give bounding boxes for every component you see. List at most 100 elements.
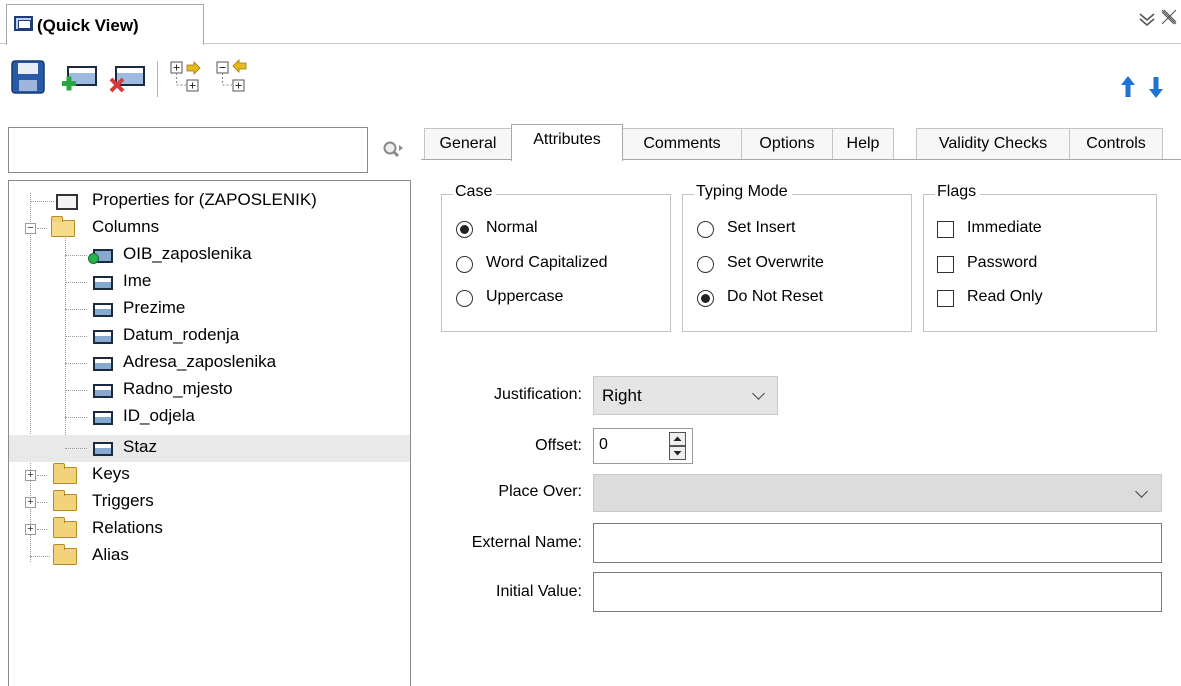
tree-item-keys[interactable]: + Keys (9, 462, 410, 489)
tab-options[interactable]: Options (741, 128, 833, 160)
tree-connector (37, 502, 47, 503)
read-only-label: Read Only (967, 288, 1043, 305)
tree-item-label: Properties for (ZAPOSLENIK) (92, 190, 317, 209)
typing-set-insert-radio[interactable] (697, 221, 714, 238)
typing-set-overwrite-radio[interactable] (697, 256, 714, 273)
window-tab[interactable]: (Quick View) (6, 4, 204, 45)
folder-icon (53, 544, 77, 565)
tree-item-alias[interactable]: Alias (9, 543, 410, 570)
case-word-capitalized-radio[interactable] (456, 256, 473, 273)
close-icon[interactable] (1160, 8, 1178, 32)
case-normal-label: Normal (486, 219, 538, 236)
chevron-collapse-icon[interactable] (1138, 10, 1156, 33)
search-icon[interactable] (382, 140, 404, 160)
save-icon[interactable] (10, 59, 48, 97)
tree-connector (30, 556, 50, 557)
toolbar (0, 45, 1181, 113)
tree-item-label: Alias (92, 545, 129, 564)
tab-general[interactable]: General (424, 128, 512, 160)
tree-item-column[interactable]: Prezime (9, 296, 410, 323)
column-icon (93, 276, 113, 290)
tree-item-column[interactable]: OIB_zaposlenika (9, 242, 410, 269)
tree-item-columns[interactable]: − Columns (9, 215, 410, 242)
tree-connector (65, 448, 87, 449)
collapse-toggle-icon[interactable]: − (25, 223, 36, 234)
immediate-label: Immediate (967, 219, 1042, 236)
tree-item-relations[interactable]: + Relations (9, 516, 410, 543)
tree-connector (65, 336, 87, 337)
window-icon (14, 16, 33, 31)
tree-item-column[interactable]: Radno_mjesto (9, 377, 410, 404)
tree-item-label: ID_odjela (123, 406, 195, 425)
collapse-tree-icon[interactable] (214, 59, 252, 97)
column-icon (93, 357, 113, 371)
tree-item-column[interactable]: ID_odjela (9, 404, 410, 431)
folder-open-icon (51, 216, 75, 237)
tree-item-label: Radno_mjesto (123, 379, 233, 398)
case-uppercase-label: Uppercase (486, 288, 564, 305)
expand-tree-icon[interactable] (168, 59, 206, 97)
tree-connector (37, 529, 47, 530)
expand-toggle-icon[interactable]: + (25, 470, 36, 481)
offset-stepper[interactable]: 0 (593, 428, 693, 464)
read-only-checkbox[interactable] (937, 290, 954, 307)
typing-set-insert-label: Set Insert (727, 219, 796, 236)
tree-item-column[interactable]: Datum_rodenja (9, 323, 410, 350)
case-legend: Case (453, 183, 497, 201)
move-down-icon[interactable] (1148, 75, 1164, 99)
tree-item-label: Columns (92, 217, 160, 236)
chevron-down-icon (752, 387, 765, 400)
case-word-capitalized-label: Word Capitalized (486, 254, 608, 271)
tree-item-properties[interactable]: Properties for (ZAPOSLENIK) (9, 188, 410, 215)
external-name-field[interactable] (593, 523, 1162, 563)
delete-icon[interactable] (108, 61, 146, 99)
expand-toggle-icon[interactable]: + (25, 524, 36, 535)
folder-icon (53, 463, 77, 484)
tab-controls[interactable]: Controls (1069, 128, 1163, 160)
tree-item-column[interactable]: Ime (9, 269, 410, 296)
offset-label: Offset: (535, 437, 582, 454)
offset-value: 0 (599, 436, 608, 453)
tree-item-label: Relations (92, 518, 163, 537)
tree-connector (37, 475, 47, 476)
initial-value-field[interactable] (593, 572, 1162, 612)
initial-value-label: Initial Value: (496, 583, 582, 600)
tab-bar: General Attributes Comments Options Help… (420, 124, 1181, 161)
flags-group: Flags (923, 183, 1157, 332)
external-name-label: External Name: (471, 534, 582, 551)
column-icon (93, 303, 113, 317)
folder-icon (53, 490, 77, 511)
tree-connector (65, 363, 87, 364)
expand-toggle-icon[interactable]: + (25, 497, 36, 508)
tab-help[interactable]: Help (832, 128, 894, 160)
column-icon (93, 330, 113, 344)
tree-item-triggers[interactable]: + Triggers (9, 489, 410, 516)
password-checkbox[interactable] (937, 256, 954, 273)
place-over-select[interactable] (593, 474, 1162, 512)
tab-comments[interactable]: Comments (622, 128, 742, 160)
case-normal-radio[interactable] (456, 221, 473, 238)
justification-select[interactable]: Right (593, 376, 778, 415)
password-label: Password (967, 254, 1038, 271)
search-input[interactable] (8, 127, 368, 173)
tree-connector (65, 255, 87, 256)
immediate-checkbox[interactable] (937, 221, 954, 238)
tree-item-label: OIB_zaposlenika (123, 244, 252, 263)
title-bar: (Quick View) (0, 0, 1181, 45)
tree-item-column-selected[interactable]: Staz (9, 435, 410, 462)
typing-do-not-reset-label: Do Not Reset (727, 288, 824, 305)
window-title: (Quick View) (37, 16, 139, 35)
spin-down-icon[interactable] (669, 446, 686, 460)
tab-validity-checks[interactable]: Validity Checks (916, 128, 1070, 160)
typing-do-not-reset-radio[interactable] (697, 290, 714, 307)
properties-icon (56, 194, 78, 210)
tab-attributes[interactable]: Attributes (511, 124, 623, 161)
case-uppercase-radio[interactable] (456, 290, 473, 307)
tree-item-column[interactable]: Adresa_zaposlenika (9, 350, 410, 377)
column-icon (93, 442, 113, 456)
spin-up-icon[interactable] (669, 432, 686, 446)
typing-mode-legend: Typing Mode (694, 183, 792, 201)
flags-legend: Flags (935, 183, 981, 201)
add-icon[interactable] (60, 61, 98, 99)
move-up-icon[interactable] (1120, 75, 1136, 99)
